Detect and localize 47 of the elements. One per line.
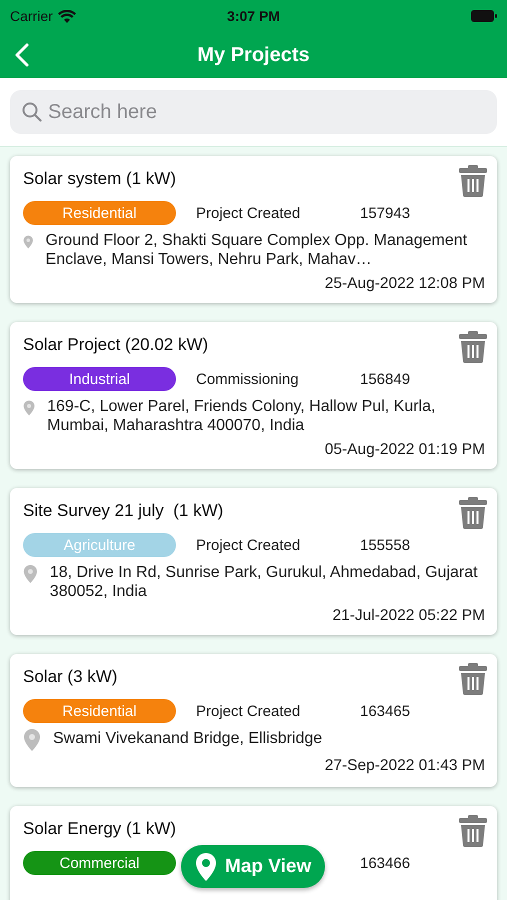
project-title: Solar Project (20.02 kW) — [23, 335, 210, 355]
date-text: 27-Sep-2022 01:43 PM — [324, 757, 485, 775]
trash-icon[interactable] — [459, 663, 487, 695]
type-badge: Commercial — [23, 851, 176, 875]
trash-icon[interactable] — [459, 331, 487, 363]
project-id: 157943 — [360, 204, 410, 222]
project-title: Site Survey 21 july (1 kW) — [23, 501, 224, 521]
project-title: Solar Energy (1 kW) — [23, 819, 178, 839]
date-text: 21-Jul-2022 05:22 PM — [331, 607, 485, 625]
type-badge: Industrial — [23, 367, 176, 391]
address-text: Swami Vivekanand Bridge, Ellisbridge — [53, 729, 322, 748]
project-id: 155558 — [360, 536, 410, 554]
date-text: 25-Aug-2022 12:08 PM — [324, 275, 485, 293]
project-card[interactable]: Solar Project (20.02 kW) Industrial Commissioning 156849 169-C, Lower Parel, Friends Colony, Hallow Pul, Kurla, Mumbai, Maharashtra 400070, India 05-Aug-2022 01:19 PM — [10, 322, 497, 469]
status-label: Commissioning — [196, 370, 300, 388]
search-field[interactable]: Search here — [10, 90, 497, 134]
project-card[interactable]: Solar system (1 kW) Residential Project Created 157943 Ground Floor 2, Shakti Square Complex Opp. Management Enclave, Mansi Towers, Nehru Park, Mahav… 25-Aug-2022 12:08 PM — [10, 156, 497, 303]
back-icon[interactable] — [14, 43, 30, 67]
wifi-icon — [58, 10, 76, 22]
project-title: Solar system (1 kW) — [23, 169, 178, 189]
trash-icon[interactable] — [459, 497, 487, 529]
project-title: Solar (3 kW) — [23, 667, 118, 687]
date-text: 05-Aug-2022 01:19 PM — [324, 441, 485, 459]
project-id: 163465 — [360, 702, 410, 720]
carrier-label: Carrier — [10, 8, 53, 24]
address-text: 169-C, Lower Parel, Friends Colony, Hallow Pul, Kurla, Mumbai, Maharashtra 400070, India — [47, 397, 436, 435]
project-id: 156849 — [360, 370, 410, 388]
project-card[interactable]: Site Survey 21 july (1 kW) Agriculture Project Created 155558 18, Drive In Rd, Sunrise Park, Gurukul, Ahmedabad, Gujarat 380052, India 21-Jul-2022 05:22 PM — [10, 488, 497, 635]
location-pin-icon — [23, 729, 41, 751]
trash-icon[interactable] — [459, 815, 487, 847]
project-id: 163466 — [360, 854, 410, 872]
trash-icon[interactable] — [459, 165, 487, 197]
address-text: Ground Floor 2, Shakti Square Complex Opp. Management Enclave, Mansi Towers, Nehru Park, Mahav… — [46, 231, 468, 269]
type-badge: Residential — [23, 699, 176, 723]
location-pin-icon — [23, 563, 38, 585]
battery-icon — [471, 10, 497, 22]
type-badge: Residential — [23, 201, 176, 225]
address-text: 18, Drive In Rd, Sunrise Park, Gurukul, Ahmedabad, Gujarat 380052, India — [50, 563, 479, 601]
type-badge: Agriculture — [23, 533, 176, 557]
search-icon — [22, 102, 42, 122]
status-label: Project Created — [196, 536, 302, 554]
status-label: Project Created — [196, 702, 302, 720]
clock-time: 3:07 PM — [227, 8, 280, 24]
status-label: Project Created — [196, 204, 302, 222]
location-pin-icon — [195, 852, 217, 880]
project-card[interactable]: Solar (3 kW) Residential Project Created 163465 Swami Vivekanand Bridge, Ellisbridge 27-Sep-2022 01:43 PM — [10, 654, 497, 787]
page-title: My Projects — [197, 44, 310, 66]
